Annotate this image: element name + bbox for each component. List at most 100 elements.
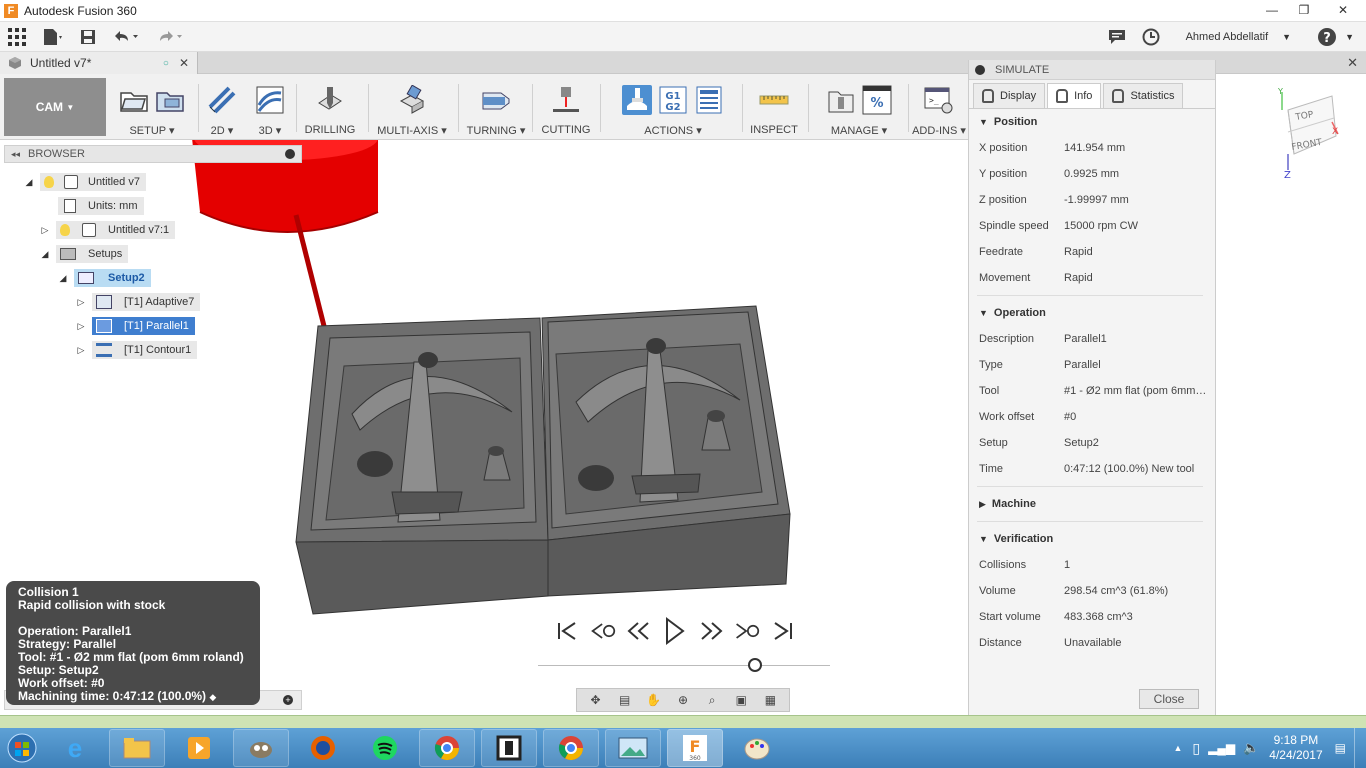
next-operation-icon[interactable] — [734, 618, 760, 644]
pan-hand-icon[interactable]: ✋ — [644, 691, 664, 709]
drilling-icon[interactable] — [315, 85, 345, 115]
tree-node-setups[interactable]: ◢ Setups — [38, 245, 129, 263]
job-status-clock-icon[interactable] — [1134, 22, 1168, 52]
notifications-icon[interactable] — [1100, 22, 1134, 52]
tab-display[interactable]: Display — [973, 83, 1046, 108]
multi-axis-group[interactable]: MULTI-AXIS ▾ — [374, 82, 450, 138]
redo-icon[interactable] — [148, 22, 192, 52]
collapse-triangle-icon[interactable]: ◢ — [22, 177, 36, 188]
measure-ruler-icon[interactable] — [759, 85, 789, 115]
section-verification[interactable]: ▼ Verification — [969, 526, 1215, 552]
cutting-group[interactable]: CUTTING — [538, 82, 594, 138]
drilling-group[interactable]: DRILLING — [300, 82, 360, 138]
add-plus-icon[interactable]: + — [283, 695, 293, 705]
view-cube[interactable]: Y TOP FRONT X Z — [1276, 87, 1346, 181]
add-ins-group[interactable]: >_ ADD-INS ▾ — [912, 82, 966, 138]
help-icon[interactable]: ? — [1309, 22, 1345, 52]
tab-statistics[interactable]: Statistics — [1103, 83, 1184, 108]
orbit-icon[interactable]: ✥ — [586, 691, 606, 709]
file-menu-icon[interactable] — [34, 22, 72, 52]
taskbar-clock[interactable]: 9:18 PM 4/24/2017 — [1269, 733, 1322, 763]
gimp-icon[interactable] — [233, 729, 289, 767]
play-icon[interactable] — [662, 617, 688, 645]
go-to-end-icon[interactable] — [770, 618, 796, 644]
network-signal-icon[interactable]: ▂▄▆ — [1208, 741, 1235, 755]
actions-group[interactable]: G1 G2 ACTIONS ▾ — [610, 82, 736, 138]
app-square-icon[interactable] — [481, 729, 537, 767]
section-machine[interactable]: ▶ Machine — [969, 491, 1215, 517]
visibility-bulb-icon[interactable] — [44, 176, 54, 188]
browser-header[interactable]: ◂◂ BROWSER — [4, 145, 302, 163]
manage-group[interactable]: % MANAGE ▾ — [814, 82, 904, 138]
document-tab[interactable]: Untitled v7* ○ ✕ — [0, 52, 198, 74]
expand-triangle-icon[interactable]: ▷ — [74, 297, 88, 308]
expand-triangle-icon[interactable]: ▷ — [74, 345, 88, 356]
paint-icon[interactable] — [729, 729, 785, 767]
new-setup-folder-icon[interactable] — [119, 85, 149, 115]
media-player-icon[interactable] — [171, 729, 227, 767]
simulate-header[interactable]: SIMULATE — [969, 60, 1215, 80]
turning-group[interactable]: TURNING ▾ — [464, 82, 528, 138]
minimize-button[interactable]: — — [1256, 0, 1288, 20]
expand-triangle-icon[interactable]: ▷ — [38, 225, 52, 236]
volume-icon[interactable]: 🔈 — [1243, 740, 1259, 756]
look-at-icon[interactable]: ▤ — [615, 691, 635, 709]
tree-node-root[interactable]: ◢ Untitled v7 — [22, 173, 146, 191]
fusion-360-taskbar-icon[interactable]: F 360 — [667, 729, 723, 767]
collapse-triangle-icon[interactable]: ◢ — [38, 249, 52, 260]
template-library-icon[interactable]: % — [862, 85, 892, 115]
chevron-down-icon[interactable]: ▼ — [1282, 32, 1291, 42]
3d-group[interactable]: 3D ▾ — [250, 82, 290, 138]
chrome-icon[interactable] — [419, 729, 475, 767]
previous-operation-icon[interactable] — [590, 618, 616, 644]
section-position[interactable]: ▼ Position — [969, 109, 1215, 135]
visibility-bulb-icon[interactable] — [60, 224, 70, 236]
simulate-icon[interactable] — [622, 85, 652, 115]
app-grid-icon[interactable] — [0, 22, 34, 52]
tree-node-units[interactable]: Units: mm — [58, 197, 144, 215]
2d-milling-icon[interactable] — [207, 85, 237, 115]
user-account-menu[interactable]: Ahmed Abdellatif — [1186, 31, 1269, 43]
windows-start-icon[interactable] — [0, 728, 44, 768]
maximize-button[interactable]: ❐ — [1288, 0, 1320, 20]
2d-group[interactable]: 2D ▾ — [202, 82, 242, 138]
multi-axis-icon[interactable] — [397, 85, 427, 115]
tree-node-contour1[interactable]: ▷ [T1] Contour1 — [74, 341, 198, 359]
section-operation[interactable]: ▼ Operation — [969, 300, 1215, 326]
panel-minimize-icon[interactable] — [975, 64, 985, 75]
photo-viewer-icon[interactable] — [605, 729, 661, 767]
turning-icon[interactable] — [481, 85, 511, 115]
zoom-icon[interactable]: ⊕ — [673, 691, 693, 709]
close-window-button[interactable]: ✕ — [1320, 0, 1366, 20]
expand-triangle-icon[interactable]: ▷ — [74, 321, 88, 332]
close-tab-button[interactable]: ✕ — [179, 56, 189, 70]
device-icon[interactable]: ▯ — [1192, 740, 1200, 757]
cutting-icon[interactable] — [551, 85, 581, 115]
fit-icon[interactable]: ⌕ — [702, 691, 722, 709]
grid-settings-icon[interactable]: ▦ — [760, 691, 780, 709]
chrome-secondary-icon[interactable] — [543, 729, 599, 767]
tree-node-adaptive7[interactable]: ▷ [T1] Adaptive7 — [74, 293, 201, 311]
display-settings-icon[interactable]: ▣ — [731, 691, 751, 709]
3d-milling-icon[interactable] — [255, 85, 285, 115]
spotify-icon[interactable] — [357, 729, 413, 767]
workspace-switcher[interactable]: CAM ▼ — [4, 78, 106, 136]
tree-node-component[interactable]: ▷ Untitled v7:1 — [38, 221, 176, 239]
timeline-track[interactable] — [538, 665, 830, 666]
tree-node-setup2[interactable]: ◢ Setup2 — [56, 269, 151, 287]
save-icon[interactable] — [72, 22, 104, 52]
undo-icon[interactable] — [104, 22, 148, 52]
tab-info[interactable]: Info — [1047, 83, 1102, 108]
timeline-slider-handle[interactable] — [748, 658, 762, 672]
setup-group[interactable]: SETUP ▾ — [112, 82, 192, 138]
chevron-down-icon[interactable]: ▼ — [1345, 32, 1354, 42]
setup-sheet-icon[interactable] — [155, 85, 185, 115]
browser-minimize-icon[interactable] — [285, 149, 295, 159]
show-hidden-icons-icon[interactable]: ▲ — [1173, 743, 1182, 753]
collapse-triangle-icon[interactable]: ◢ — [56, 273, 70, 284]
scripts-addins-icon[interactable]: >_ — [924, 85, 954, 115]
close-panel-icon[interactable]: ✕ — [1347, 55, 1358, 71]
setup-sheet-doc-icon[interactable] — [694, 85, 724, 115]
inspect-group[interactable]: INSPECT — [748, 82, 800, 138]
internet-explorer-icon[interactable]: e — [47, 729, 103, 767]
